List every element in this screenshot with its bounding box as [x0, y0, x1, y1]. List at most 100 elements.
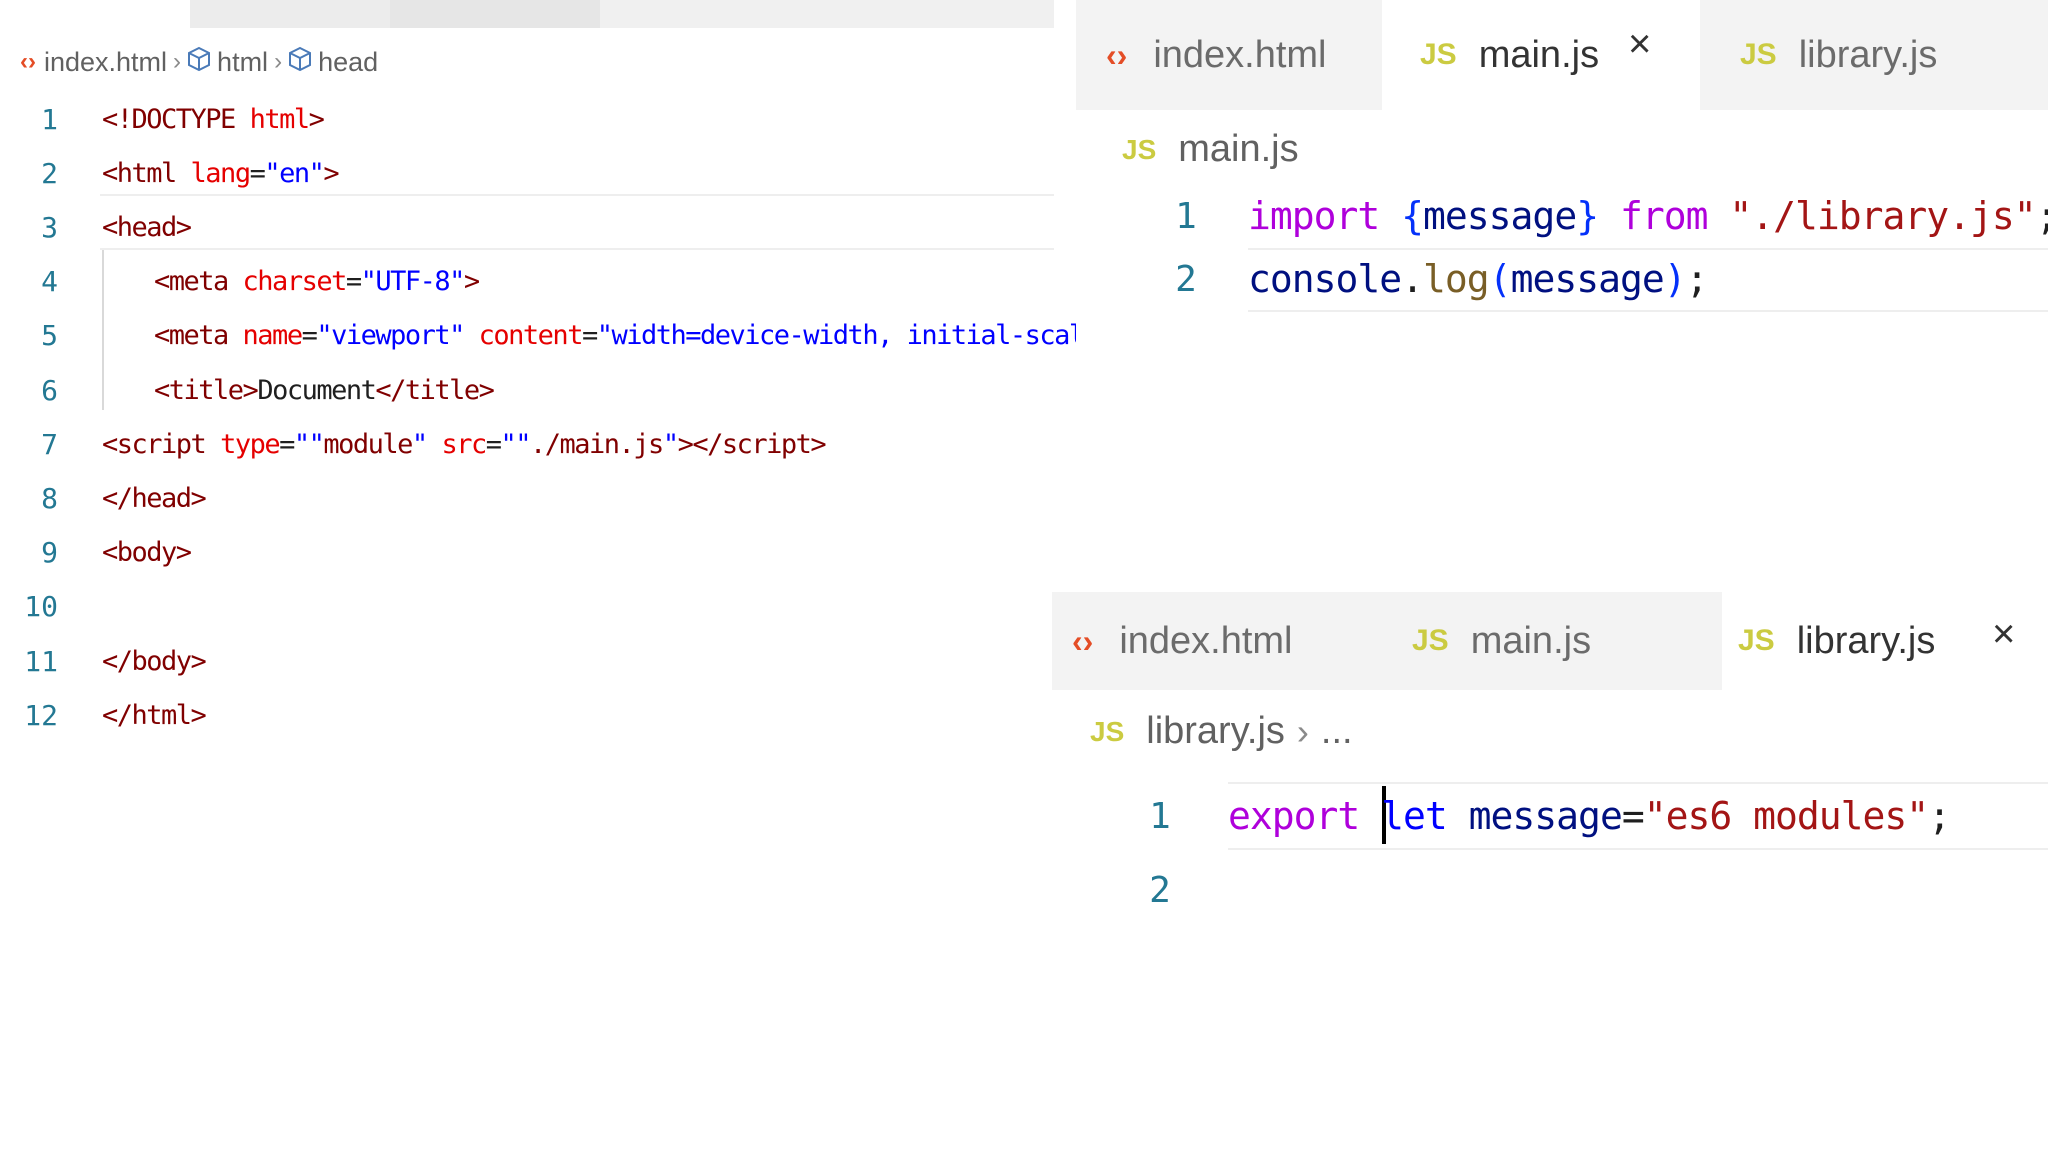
code-line[interactable]: 11 </body> [0, 634, 1054, 688]
code-token: "en" [264, 157, 325, 189]
chevron-right-icon: › [173, 48, 182, 75]
main-js-editor-pane[interactable]: ‹› index.html JS main.js × JS library.js… [1076, 0, 2048, 440]
code-line[interactable]: 5 <meta name="viewport" content="width=de… [0, 309, 1174, 363]
code-token: = [279, 428, 295, 460]
tab-main-js[interactable]: JS main.js [1382, 592, 1722, 690]
element-cube-icon [187, 46, 211, 79]
code-line[interactable]: 2 <html lang="en"> [0, 146, 1054, 200]
breadcrumb-more[interactable]: ... [1321, 710, 1353, 753]
code-token: "es6 modules" [1643, 794, 1929, 838]
code-token: = [301, 320, 318, 352]
html-file-icon: ‹› [20, 48, 36, 75]
left-tab-strip [0, 0, 1054, 28]
line-number: 9 [41, 536, 58, 570]
code-line[interactable]: 7 <script type=""module" src=""./main.js"… [0, 417, 1054, 471]
code-token: "UTF-8" [360, 266, 466, 298]
code-token: } [1576, 194, 1599, 238]
code-text: <!DOCTYPE html> [102, 103, 325, 135]
index-html-editor-pane[interactable]: ‹› index.html › html › head 1 <!DOCTYPE h… [0, 0, 1174, 1152]
breadcrumb-file[interactable]: main.js [1178, 128, 1298, 171]
tab-bar: ‹› index.html JS main.js [1052, 592, 1722, 690]
code-line[interactable]: 3 <head> [0, 200, 1054, 254]
breadcrumb: JS main.js [1122, 128, 1299, 171]
code-token: </ [102, 699, 133, 731]
close-icon[interactable]: × [1628, 22, 1651, 67]
code-token: from [1598, 194, 1730, 238]
code-token: > [190, 645, 207, 677]
line-number: 12 [24, 698, 58, 732]
code-token: < [154, 320, 170, 352]
tab-bar: ‹› index.html JS main.js × JS library.js [1076, 0, 2048, 110]
code-token: ; [2036, 194, 2048, 238]
code-token: ; [1928, 794, 1951, 838]
code-token: > [175, 537, 192, 569]
line-number: 2 [1149, 869, 1171, 911]
code-token: export [1228, 794, 1382, 838]
code-token: name [242, 320, 304, 352]
tab-index-html[interactable]: ‹› index.html [1052, 592, 1382, 690]
code-token: log [1423, 257, 1490, 301]
code-text: </html> [102, 699, 207, 731]
code-token: script [721, 428, 812, 460]
code-token: src [441, 428, 487, 460]
breadcrumb: ‹› index.html › html › head [20, 42, 378, 82]
breadcrumb-html[interactable]: html [217, 47, 268, 78]
code-line[interactable]: 1 import {message} from "./library.js"; [1076, 186, 2048, 246]
code-token: = [345, 266, 362, 298]
code-token: < [154, 266, 170, 298]
code-token: charset [242, 266, 348, 298]
code-line[interactable]: 9 <body> [0, 526, 1054, 580]
code-token: </ [375, 374, 406, 406]
breadcrumb-file[interactable]: library.js [1146, 710, 1285, 753]
tab-index-html[interactable]: ‹› index.html [1076, 0, 1382, 110]
code-token: message [1510, 257, 1665, 301]
code-token: import [1248, 194, 1402, 238]
code-token: "./library.js" [1729, 194, 2036, 238]
tab-library-js[interactable]: JS library.js × [1722, 592, 2048, 690]
code-token: lang [190, 157, 252, 189]
library-js-editor-pane[interactable]: ‹› index.html JS main.js JS library.js ×… [1052, 592, 2048, 1152]
code-token: > [190, 699, 207, 731]
code-token: > [190, 482, 207, 514]
line-number: 7 [41, 427, 58, 461]
code-line[interactable]: 4 <meta charset="UTF-8"> [0, 255, 1054, 309]
code-token: = [1621, 794, 1645, 838]
code-token: > [308, 103, 325, 135]
html-file-icon: ‹› [1106, 36, 1128, 73]
code-token: html [116, 157, 191, 189]
code-token: = [249, 157, 266, 189]
line-number: 3 [41, 210, 58, 244]
code-token: title [404, 374, 480, 406]
chevron-right-icon: › [274, 48, 283, 75]
js-file-icon: JS [1420, 38, 1457, 71]
code-line[interactable]: 1 <!DOCTYPE html> [0, 92, 1054, 146]
code-token: body [131, 645, 193, 677]
code-line[interactable]: 10 [0, 580, 1054, 634]
code-token: "" [500, 428, 531, 460]
breadcrumb-file[interactable]: index.html [44, 47, 167, 78]
code-text: <head> [102, 211, 192, 243]
code-text: <meta charset="UTF-8"> [154, 266, 480, 298]
breadcrumb-head[interactable]: head [318, 47, 378, 78]
code-line[interactable]: 6 <title>Document</title> [0, 363, 1054, 417]
code-token: > [323, 157, 339, 189]
close-icon[interactable]: × [1992, 612, 2015, 657]
code-text: <meta name="viewport" content="width=dev… [154, 320, 1174, 352]
code-text: <html lang="en"> [102, 157, 340, 189]
code-token: </ [102, 482, 133, 514]
js-file-icon: JS [1122, 133, 1157, 165]
code-line[interactable]: 2 [1052, 860, 2048, 920]
code-token: " [662, 428, 679, 460]
code-line[interactable]: 8 </head> [0, 471, 1054, 525]
code-token: console [1248, 257, 1402, 301]
code-line[interactable]: 2 console.log(message); [1076, 249, 2048, 309]
line-number: 1 [41, 102, 58, 136]
code-token: > [175, 211, 192, 243]
code-line[interactable]: 12 </html> [0, 688, 1054, 742]
tab-main-js[interactable]: JS main.js × [1382, 0, 1700, 110]
code-line[interactable]: 1 export let message="es6 modules"; [1052, 786, 2048, 846]
tab-library-js[interactable]: JS library.js [1700, 0, 2018, 110]
code-token: = [581, 320, 598, 352]
code-token: head [116, 211, 178, 243]
code-token: < [102, 428, 118, 460]
